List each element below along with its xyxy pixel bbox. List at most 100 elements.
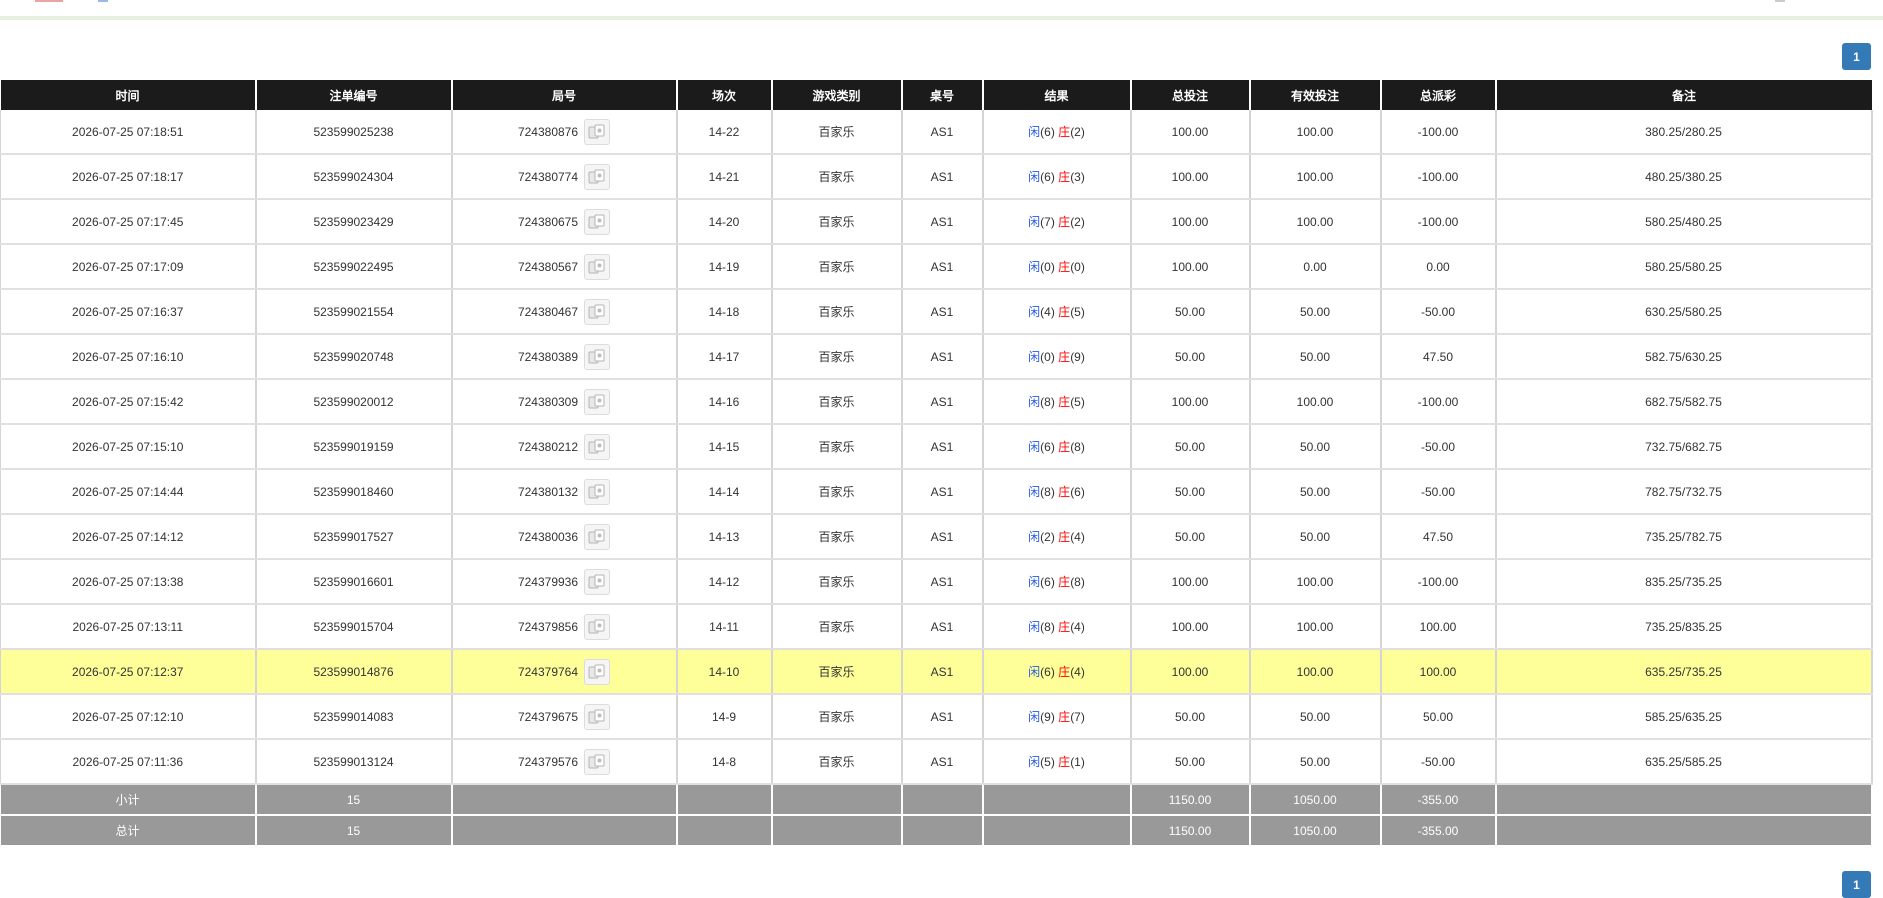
round-wrapper: 724379576 bbox=[453, 748, 676, 775]
round-number: 724379936 bbox=[517, 574, 579, 589]
round-wrapper: 724380132 bbox=[453, 478, 676, 505]
top-link-fragment bbox=[98, 0, 108, 2]
card-view-icon[interactable] bbox=[584, 298, 611, 325]
result-player-label: 闲 bbox=[1028, 260, 1041, 274]
cell-round: 724380389 bbox=[451, 334, 678, 380]
cell-result: 闲(8) 庄(5) bbox=[982, 379, 1132, 425]
cell-round: 724379856 bbox=[451, 604, 678, 650]
result-player-points: (9) bbox=[1040, 710, 1055, 724]
cell-shoe: 14-15 bbox=[676, 424, 773, 470]
cell-result: 闲(8) 庄(4) bbox=[982, 604, 1132, 650]
total-valid-bet: 1050.00 bbox=[1249, 815, 1382, 847]
cell-note: 835.25/735.25 bbox=[1495, 559, 1873, 605]
card-view-icon[interactable] bbox=[584, 658, 611, 685]
top-strip bbox=[0, 0, 1883, 20]
cell-total-bet: 50.00 bbox=[1130, 289, 1251, 335]
cell-bet-id: 523599015704 bbox=[255, 604, 453, 650]
cell-bet-id: 523599016601 bbox=[255, 559, 453, 605]
cell-game: 百家乐 bbox=[771, 379, 903, 425]
table-row: 2026-07-25 07:11:36 523599013124 7243795… bbox=[0, 739, 1873, 785]
card-view-icon[interactable] bbox=[584, 748, 611, 775]
column-header-time: 时间 bbox=[0, 80, 257, 110]
table-row: 2026-07-25 07:14:12 523599017527 7243800… bbox=[0, 514, 1873, 560]
result-player-label: 闲 bbox=[1028, 215, 1041, 229]
cell-round: 724380212 bbox=[451, 424, 678, 470]
result-banker-points: (5) bbox=[1070, 305, 1085, 319]
cell-game: 百家乐 bbox=[771, 289, 903, 335]
card-view-icon[interactable] bbox=[584, 118, 611, 145]
cell-time: 2026-07-25 07:13:11 bbox=[0, 604, 257, 650]
result-player-points: (7) bbox=[1040, 215, 1055, 229]
card-view-icon[interactable] bbox=[584, 568, 611, 595]
cell-valid-bet: 50.00 bbox=[1249, 514, 1382, 560]
round-number: 724379764 bbox=[517, 664, 579, 679]
cell-game: 百家乐 bbox=[771, 514, 903, 560]
pagination-page-button-bottom[interactable]: 1 bbox=[1842, 871, 1871, 898]
card-view-icon[interactable] bbox=[584, 433, 611, 460]
subtotal-label: 小计 bbox=[0, 784, 257, 816]
cell-game: 百家乐 bbox=[771, 244, 903, 290]
cell-game: 百家乐 bbox=[771, 469, 903, 515]
cell-game: 百家乐 bbox=[771, 424, 903, 470]
pagination-page-button[interactable]: 1 bbox=[1842, 43, 1871, 70]
card-view-icon[interactable] bbox=[584, 613, 611, 640]
card-view-icon[interactable] bbox=[584, 703, 611, 730]
column-header-round: 局号 bbox=[451, 80, 678, 110]
cell-total-bet: 50.00 bbox=[1130, 739, 1251, 785]
subtotal-count: 15 bbox=[255, 784, 453, 816]
cell-time: 2026-07-25 07:11:36 bbox=[0, 739, 257, 785]
card-view-icon[interactable] bbox=[584, 208, 611, 235]
empty-cell bbox=[451, 784, 678, 816]
card-view-icon[interactable] bbox=[584, 478, 611, 505]
result-banker-points: (6) bbox=[1070, 485, 1085, 499]
column-header-note: 备注 bbox=[1495, 80, 1872, 110]
card-view-icon[interactable] bbox=[584, 523, 611, 550]
cell-note: 735.25/835.25 bbox=[1495, 604, 1873, 650]
cell-table: AS1 bbox=[901, 694, 984, 740]
cell-valid-bet: 100.00 bbox=[1249, 379, 1382, 425]
table-row: 2026-07-25 07:12:37 523599014876 7243797… bbox=[0, 649, 1873, 695]
result-player-label: 闲 bbox=[1028, 575, 1041, 589]
bet-records-table: 时间 注单编号 局号 场次 游戏类别 桌号 结果 总投注 有效投注 总派彩 备注… bbox=[0, 80, 1873, 847]
top-divider bbox=[0, 16, 1883, 20]
cell-game: 百家乐 bbox=[771, 334, 903, 380]
column-header-shoe: 场次 bbox=[676, 80, 773, 110]
cell-game: 百家乐 bbox=[771, 559, 903, 605]
column-header-valid-bet: 有效投注 bbox=[1249, 80, 1382, 110]
round-wrapper: 724380876 bbox=[453, 118, 676, 145]
cell-note: 630.25/580.25 bbox=[1495, 289, 1873, 335]
cell-note: 585.25/635.25 bbox=[1495, 694, 1873, 740]
cell-bet-id: 523599014083 bbox=[255, 694, 453, 740]
round-number: 724380774 bbox=[517, 169, 579, 184]
cell-table: AS1 bbox=[901, 649, 984, 695]
result-banker-label: 庄 bbox=[1058, 710, 1071, 724]
card-view-icon[interactable] bbox=[584, 388, 611, 415]
cell-shoe: 14-8 bbox=[676, 739, 773, 785]
cell-time: 2026-07-25 07:12:37 bbox=[0, 649, 257, 695]
round-wrapper: 724380036 bbox=[453, 523, 676, 550]
result-player-points: (6) bbox=[1040, 125, 1055, 139]
result-player-label: 闲 bbox=[1028, 440, 1041, 454]
table-row: 2026-07-25 07:16:10 523599020748 7243803… bbox=[0, 334, 1873, 380]
card-view-icon[interactable] bbox=[584, 343, 611, 370]
cell-payout: -100.00 bbox=[1380, 199, 1497, 245]
result-banker-points: (2) bbox=[1070, 215, 1085, 229]
result-banker-label: 庄 bbox=[1058, 485, 1071, 499]
cell-table: AS1 bbox=[901, 514, 984, 560]
result-player-label: 闲 bbox=[1028, 125, 1041, 139]
round-wrapper: 724380309 bbox=[453, 388, 676, 415]
card-view-icon[interactable] bbox=[584, 253, 611, 280]
cell-shoe: 14-11 bbox=[676, 604, 773, 650]
round-number: 724380036 bbox=[517, 529, 579, 544]
card-view-icon[interactable] bbox=[584, 163, 611, 190]
cell-payout: -50.00 bbox=[1380, 469, 1497, 515]
column-header-bet-id: 注单编号 bbox=[255, 80, 453, 110]
round-wrapper: 724380467 bbox=[453, 298, 676, 325]
cell-bet-id: 523599014876 bbox=[255, 649, 453, 695]
cell-bet-id: 523599017527 bbox=[255, 514, 453, 560]
cell-payout: 47.50 bbox=[1380, 514, 1497, 560]
cell-total-bet: 100.00 bbox=[1130, 110, 1251, 155]
cell-payout: -100.00 bbox=[1380, 559, 1497, 605]
cell-result: 闲(6) 庄(2) bbox=[982, 110, 1132, 155]
cell-total-bet: 50.00 bbox=[1130, 469, 1251, 515]
